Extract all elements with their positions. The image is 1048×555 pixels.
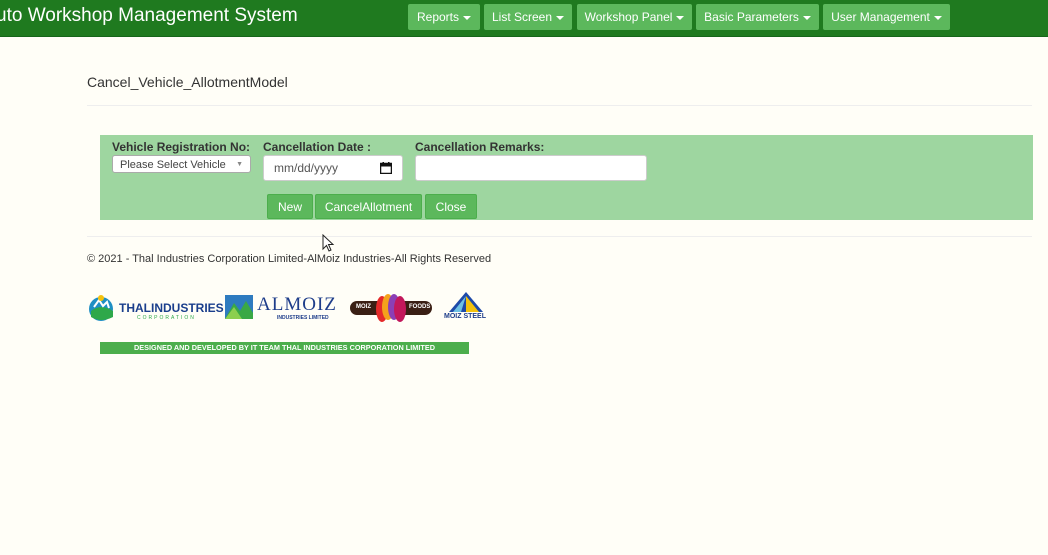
divider: [87, 105, 1032, 106]
vehicle-select[interactable]: Please Select Vehicle ▼: [112, 155, 251, 173]
app-title[interactable]: uto Workshop Management System: [0, 5, 298, 27]
nav-reports-label: Reports: [416, 10, 460, 24]
moiz-steel-logo-name: MOIZ STEEL: [444, 313, 486, 320]
nav-basic-parameters-label: Basic Parameters: [704, 10, 799, 24]
caret-down-icon: [556, 15, 565, 20]
cancel-allotment-form: Vehicle Registration No: Cancellation Da…: [100, 135, 1033, 220]
moiz-foods-right-text: FOODS: [409, 304, 431, 310]
calendar-icon[interactable]: [380, 162, 392, 174]
divider: [87, 236, 1032, 237]
almoiz-logo: ALMOIZ INDUSTRIES LIMITED: [225, 292, 340, 324]
nav-workshop-panel-label: Workshop Panel: [584, 10, 673, 24]
moiz-steel-emblem-icon: [449, 292, 483, 312]
nav-list-screen-label: List Screen: [491, 10, 553, 24]
date-placeholder: mm/dd/yyyy: [274, 161, 339, 175]
almoiz-logo-name: ALMOIZ: [257, 294, 337, 315]
cancellation-remarks-label: Cancellation Remarks:: [415, 140, 545, 154]
thal-logo-sub: CORPORATION: [137, 315, 196, 321]
nav-basic-parameters[interactable]: Basic Parameters: [696, 4, 819, 30]
thal-industries-logo: THALINDUSTRIES CORPORATION: [87, 292, 224, 324]
top-navbar: uto Workshop Management System Reports L…: [0, 0, 1048, 37]
cancel-allotment-button[interactable]: CancelAllotment: [315, 194, 422, 219]
caret-down-icon: [933, 15, 942, 20]
page-title: Cancel_Vehicle_AllotmentModel: [87, 74, 288, 90]
close-button[interactable]: Close: [425, 194, 477, 219]
moiz-steel-logo: MOIZ STEEL: [441, 292, 499, 324]
cancellation-date-label: Cancellation Date :: [263, 140, 372, 154]
almoiz-emblem-icon: [225, 295, 253, 319]
nav-workshop-panel[interactable]: Workshop Panel: [577, 4, 692, 30]
mouse-cursor-icon: [322, 234, 335, 252]
nav-list-screen[interactable]: List Screen: [484, 4, 572, 30]
caret-down-icon: [802, 15, 811, 20]
thal-logo-name: THALINDUSTRIES: [119, 301, 224, 315]
copyright-text: © 2021 - Thal Industries Corporation Lim…: [87, 253, 492, 265]
cancellation-remarks-input[interactable]: [415, 155, 647, 181]
cancellation-date-input[interactable]: mm/dd/yyyy: [263, 155, 403, 181]
vehicle-registration-label: Vehicle Registration No:: [112, 140, 251, 154]
chevron-down-icon: ▼: [236, 161, 243, 168]
caret-down-icon: [463, 15, 472, 20]
nav-user-management-label: User Management: [831, 10, 930, 24]
moiz-foods-left-text: MOIZ: [356, 304, 371, 310]
moiz-foods-logo: MOIZ FOODS: [350, 292, 432, 324]
designed-by-badge: DESIGNED AND DEVELOPED BY IT TEAM THAL I…: [100, 342, 469, 354]
nav-user-management[interactable]: User Management: [823, 4, 950, 30]
vehicle-select-value: Please Select Vehicle: [120, 159, 226, 171]
moiz-foods-emblem-icon: [376, 294, 406, 322]
new-button[interactable]: New: [267, 194, 313, 219]
almoiz-logo-sub: INDUSTRIES LIMITED: [277, 315, 329, 321]
thal-emblem-icon: [89, 295, 113, 321]
nav-reports[interactable]: Reports: [408, 4, 480, 30]
caret-down-icon: [676, 15, 685, 20]
